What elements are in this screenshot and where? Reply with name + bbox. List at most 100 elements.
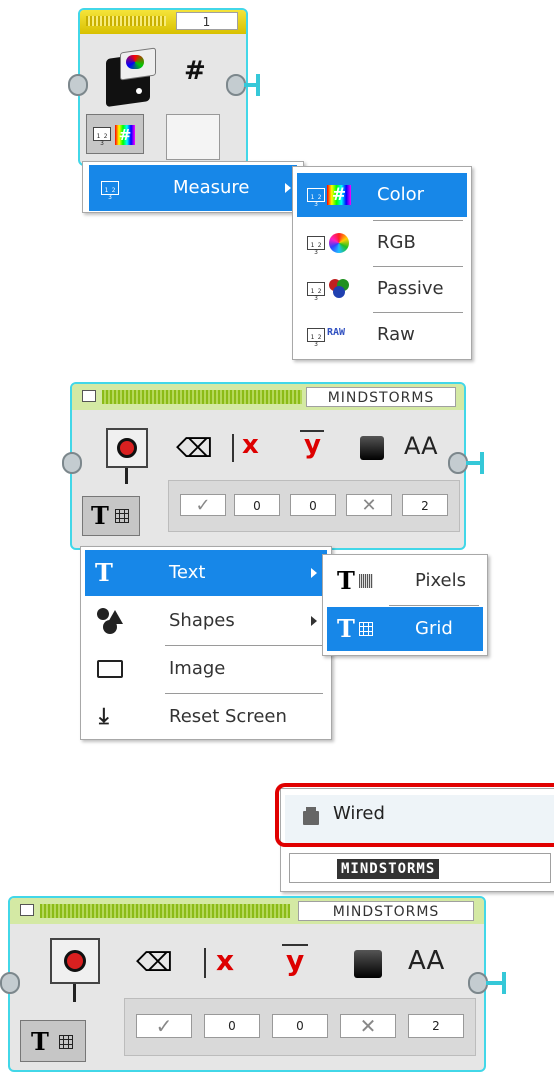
wire-stub-v [256,74,260,96]
grid-icon [115,509,129,523]
mode-selector-button[interactable]: T [20,1020,86,1062]
color-sensor-block[interactable]: 1 # 1 2 3 # [78,8,248,166]
submenu-arrow-icon [311,616,317,626]
submenu-item-color[interactable]: 1 2 3 # Color [297,173,467,217]
submenu-item-label: Color [377,184,424,205]
submenu-item-grid[interactable]: T Grid [327,607,483,651]
passive-icon [329,279,349,299]
input-sequence-plug[interactable] [0,972,20,994]
text-submenu: T Pixels T Grid [322,554,488,656]
menu-item-text[interactable]: T Text [85,550,327,596]
clear-screen-param[interactable]: ✓ [180,494,226,516]
color-param[interactable]: ✕ [340,1014,396,1038]
x-param[interactable]: 0 [234,494,280,516]
menu-item-label: Reset Screen [169,706,287,727]
sensor-icon [104,47,158,110]
folder-icon [97,660,123,678]
rgb-icon [329,233,349,253]
y-coordinate-icon: y [282,944,322,982]
font-param[interactable]: 2 [408,1014,464,1038]
display-icon [50,938,100,984]
sensor-mode-menu: 1 2 3 Measure [82,161,304,213]
text-icon: T [337,614,355,643]
text-icon: T [91,501,109,530]
submenu-arrow-icon [311,568,317,578]
text-icon: T [31,1027,49,1056]
submenu-item-label: Pixels [415,570,467,591]
menu-item-shapes[interactable]: Shapes [85,598,327,644]
color-icon [354,950,382,978]
header-stripe [40,904,290,918]
separator [389,605,479,606]
y-param[interactable]: 0 [290,494,336,516]
header-stripe [86,16,166,26]
menu-item-image[interactable]: Image [85,646,327,692]
text-icon: T [337,566,355,595]
measure-icon: 1 2 3 [307,236,325,256]
block-menu-icon[interactable] [82,390,96,402]
measure-submenu: 1 2 3 # Color 1 2 3 RGB 1 2 3 Passive 1 … [292,166,472,360]
grid-icon [359,622,373,636]
font-size-icon: AA [408,946,445,976]
menu-item-label: Measure [173,177,250,198]
x-coordinate-icon: x [232,430,266,466]
output-port-plug-area [166,114,220,160]
output-sequence-plug[interactable] [468,972,488,994]
font-param[interactable]: 2 [402,494,448,516]
submenu-item-label: Passive [377,278,444,299]
shapes-icon [97,608,123,634]
submenu-arrow-icon [285,183,291,193]
brick-name-tag[interactable]: MINDSTORMS [306,387,456,407]
submenu-item-label: Grid [415,618,453,639]
submenu-item-raw[interactable]: 1 2 3 RAW Raw [297,313,467,357]
menu-item-label: Image [169,658,226,679]
highlight-box [275,783,554,847]
submenu-item-label: Raw [377,324,415,345]
output-data-plug[interactable] [226,74,246,96]
menu-item-label: Shapes [169,610,235,631]
display-icon [106,428,148,468]
measure-icon: 1 2 3 [101,181,119,201]
display-mode-menu: T Text Shapes Image ⤓ Reset Screen [80,546,332,740]
grid-icon [59,1035,73,1049]
measure-icon: 1 2 3 [307,188,325,208]
color-param[interactable]: ✕ [346,494,392,516]
x-param[interactable]: 0 [204,1014,260,1038]
wire-stub-v [480,452,484,474]
eraser-icon: ⌫ [176,434,213,464]
x-coordinate-icon: x [204,944,244,982]
output-sequence-plug[interactable] [448,452,468,474]
y-coordinate-icon: y [300,430,334,466]
menu-item-measure[interactable]: 1 2 3 Measure [89,165,297,211]
mode-selector-button[interactable]: 1 2 3 # [86,114,144,154]
output-hash-label: # [184,56,206,86]
eraser-icon: ⌫ [136,948,173,978]
submenu-item-passive[interactable]: 1 2 3 Passive [297,267,467,311]
measure-icon: 1 2 3 [93,127,111,147]
mode-selector-button[interactable]: T [82,496,140,536]
brick-name-tag[interactable]: MINDSTORMS [298,901,474,921]
font-size-icon: AA [404,432,438,460]
brick-name-value: MINDSTORMS [337,859,440,879]
brick-connection-dropdown: Wired MINDSTORMS [275,783,554,892]
color-hash-icon: # [115,125,135,145]
header-stripe [102,390,302,404]
menu-item-label: Text [169,562,206,583]
submenu-item-pixels[interactable]: T Pixels [327,559,483,603]
input-sequence-plug[interactable] [62,452,82,474]
block-menu-icon[interactable] [20,904,34,916]
port-selector[interactable]: 1 [176,12,238,30]
display-block[interactable]: MINDSTORMS ⌫ x y AA ✓ 0 0 ✕ 2 T [70,382,466,550]
measure-icon: 1 2 3 [307,328,325,348]
clear-screen-param[interactable]: ✓ [136,1014,192,1038]
y-param[interactable]: 0 [272,1014,328,1038]
wire-stub-v [502,972,506,994]
color-hash-icon: # [327,185,351,205]
menu-item-reset-screen[interactable]: ⤓ Reset Screen [85,694,327,740]
input-sequence-plug[interactable] [68,74,88,96]
submenu-item-rgb[interactable]: 1 2 3 RGB [297,221,467,265]
raw-icon: RAW [327,327,346,338]
display-block[interactable]: MINDSTORMS ⌫ x y AA ✓ 0 0 ✕ 2 T [8,896,486,1072]
color-icon [360,436,384,460]
submenu-item-label: RGB [377,232,416,253]
